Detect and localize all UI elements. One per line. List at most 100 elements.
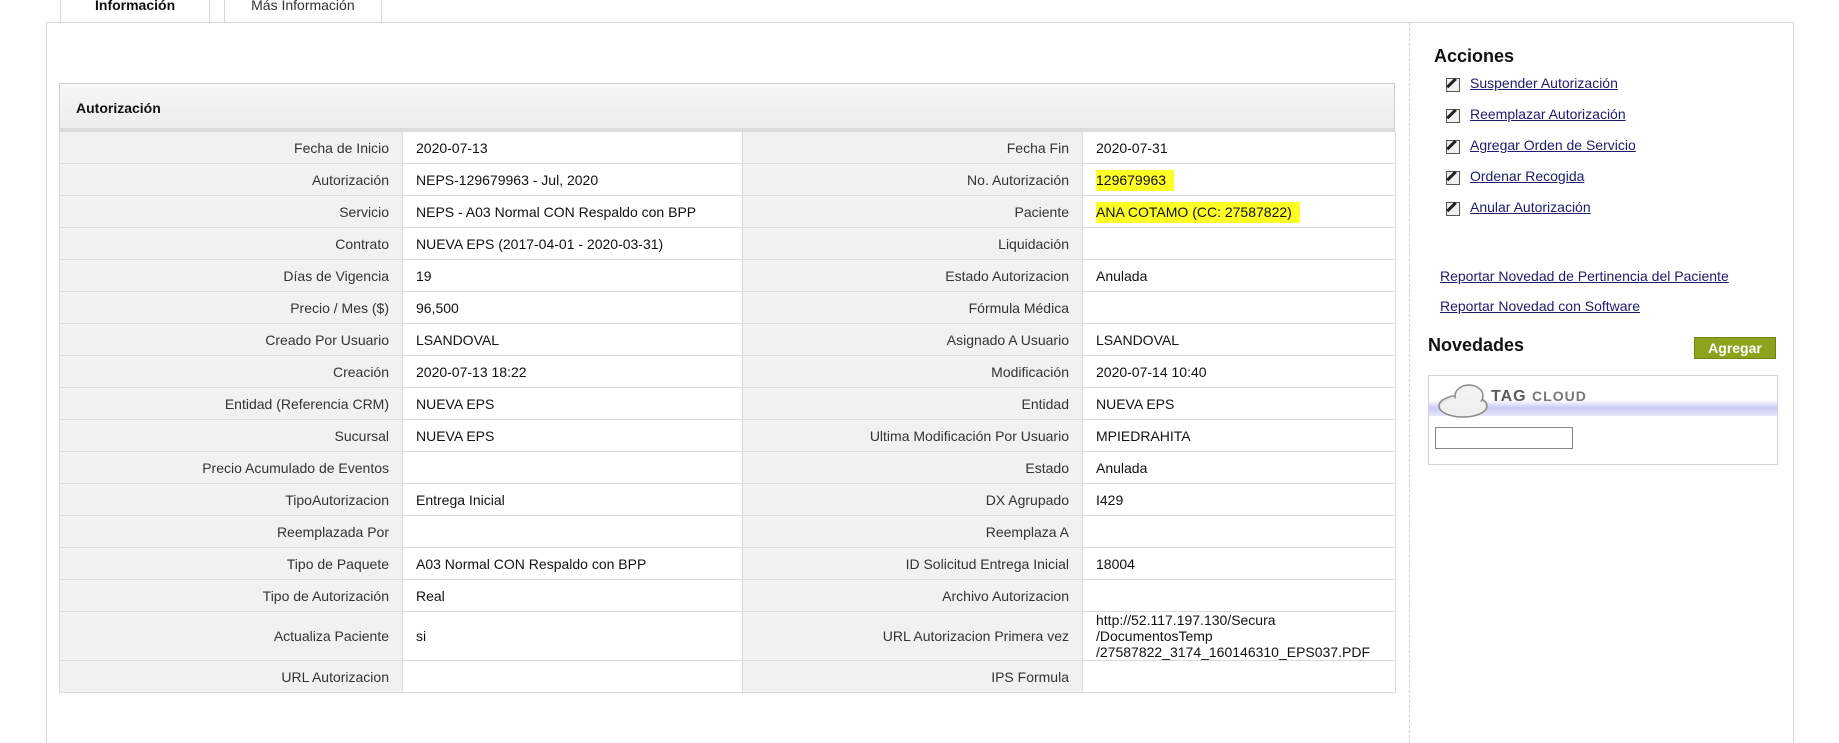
field-value: LSANDOVAL: [1082, 323, 1396, 356]
field-value: [1082, 579, 1396, 612]
field-label: Precio / Mes ($): [59, 291, 403, 324]
table-row: Tipo de Autorización Real Archivo Autoriza…: [59, 579, 1396, 612]
section-title: Autorización: [59, 83, 1395, 131]
field-label: Reemplaza A: [742, 515, 1083, 548]
table-row: Entidad (Referencia CRM) NUEVA EPS Entidad…: [59, 387, 1396, 420]
field-value: [402, 515, 743, 548]
action-ordenar-recogida[interactable]: Ordenar Recogida: [1446, 168, 1636, 199]
field-value: Entrega Inicial: [402, 483, 743, 516]
column-divider: [1409, 23, 1410, 743]
edit-icon: [1446, 78, 1460, 92]
actions-list: Suspender Autorización Reemplazar Autori…: [1446, 75, 1636, 230]
field-value: Real: [402, 579, 743, 612]
field-value: 2020-07-13: [402, 131, 743, 164]
field-label: Creado Por Usuario: [59, 323, 403, 356]
field-label: Tipo de Autorización: [59, 579, 403, 612]
tag-cloud-word: TAG: [1491, 388, 1527, 405]
field-value: 129679963: [1082, 163, 1396, 196]
table-row: Precio / Mes ($) 96,500 Fórmula Médica: [59, 291, 1396, 324]
field-label: Días de Vigencia: [59, 259, 403, 292]
field-label: Precio Acumulado de Eventos: [59, 451, 403, 484]
field-label: DX Agrupado: [742, 483, 1083, 516]
tag-input[interactable]: [1435, 427, 1573, 449]
action-anular[interactable]: Anular Autorización: [1446, 199, 1636, 230]
edit-icon: [1446, 202, 1460, 216]
table-row: Autorización NEPS-129679963 - Jul, 2020 No…: [59, 163, 1396, 196]
authorization-panel: Autorización Fecha de Inicio 2020-07-13 Fe…: [59, 83, 1396, 693]
field-value: NUEVA EPS (2017-04-01 - 2020-03-31): [402, 227, 743, 260]
field-value: [1082, 515, 1396, 548]
table-row: Creado Por Usuario LSANDOVAL Asignado A Us…: [59, 323, 1396, 356]
field-label: Liquidación: [742, 227, 1083, 260]
action-link[interactable]: Suspender Autorización: [1470, 75, 1618, 91]
action-link[interactable]: Reemplazar Autorización: [1470, 106, 1626, 122]
action-link[interactable]: Anular Autorización: [1470, 199, 1591, 215]
actions-title: Acciones: [1434, 46, 1515, 66]
action-suspender[interactable]: Suspender Autorización: [1446, 75, 1636, 106]
table-row: URL Autorizacion IPS Formula: [59, 660, 1396, 693]
field-value: Anulada: [1082, 451, 1396, 484]
field-value: [402, 451, 743, 484]
field-label: Asignado A Usuario: [742, 323, 1083, 356]
field-value: [1082, 660, 1396, 693]
action-reemplazar[interactable]: Reemplazar Autorización: [1446, 106, 1636, 137]
field-value: [402, 660, 743, 693]
agregar-button[interactable]: Agregar: [1694, 337, 1776, 359]
field-label: Sucursal: [59, 419, 403, 452]
field-label: Contrato: [59, 227, 403, 260]
field-value: 96,500: [402, 291, 743, 324]
field-label: URL Autorizacion: [59, 660, 403, 693]
action-link[interactable]: Ordenar Recogida: [1470, 168, 1584, 184]
edit-icon: [1446, 171, 1460, 185]
field-label: Fecha Fin: [742, 131, 1083, 164]
novedades-title: Novedades: [1428, 335, 1525, 355]
report-pertinencia-link[interactable]: Reportar Novedad de Pertinencia del Paci…: [1440, 268, 1729, 284]
field-label: No. Autorización: [742, 163, 1083, 196]
table-row: Fecha de Inicio 2020-07-13 Fecha Fin 2020-0…: [59, 131, 1396, 164]
report-software-link[interactable]: Reportar Novedad con Software: [1440, 298, 1640, 314]
tab-informacion[interactable]: Información: [60, 0, 211, 22]
field-label: IPS Formula: [742, 660, 1083, 693]
cloud-icon: [1438, 384, 1488, 418]
field-label: Fecha de Inicio: [59, 131, 403, 164]
field-label: TipoAutorizacion: [59, 483, 403, 516]
details-table: Fecha de Inicio 2020-07-13 Fecha Fin 2020-0…: [59, 131, 1396, 693]
table-row: Creación 2020-07-13 18:22 Modificación 2020…: [59, 355, 1396, 388]
field-label: Ultima Modificación Por Usuario: [742, 419, 1083, 452]
field-value: 2020-07-31: [1082, 131, 1396, 164]
field-value: 2020-07-14 10:40: [1082, 355, 1396, 388]
field-value: NEPS - A03 Normal CON Respaldo con BPP: [402, 195, 743, 228]
field-label: Fórmula Médica: [742, 291, 1083, 324]
table-row: Servicio NEPS - A03 Normal CON Respaldo c…: [59, 195, 1396, 228]
tab-bar: Información Más Información: [60, 0, 382, 22]
table-row: Actualiza Paciente si URL Autorizacion Pri…: [59, 611, 1396, 661]
field-value: [1082, 291, 1396, 324]
field-label: URL Autorizacion Primera vez: [742, 611, 1083, 661]
edit-icon: [1446, 140, 1460, 154]
field-value: 18004: [1082, 547, 1396, 580]
table-row: Sucursal NUEVA EPS Ultima Modificación Por…: [59, 419, 1396, 452]
field-value: LSANDOVAL: [402, 323, 743, 356]
tag-cloud-logo: TAG CLOUD: [1491, 388, 1587, 406]
field-value: A03 Normal CON Respaldo con BPP: [402, 547, 743, 580]
field-value: Anulada: [1082, 259, 1396, 292]
field-label: Estado Autorizacion: [742, 259, 1083, 292]
field-value: 2020-07-13 18:22: [402, 355, 743, 388]
field-value: http://52.117.197.130/Secura /Documentos…: [1082, 611, 1396, 661]
field-label: Creación: [59, 355, 403, 388]
tag-cloud-widget: TAG CLOUD: [1428, 375, 1778, 465]
field-label: Paciente: [742, 195, 1083, 228]
field-value: NEPS-129679963 - Jul, 2020: [402, 163, 743, 196]
tab-mas-informacion[interactable]: Más Información: [224, 0, 382, 22]
field-label: Servicio: [59, 195, 403, 228]
action-agregar-orden[interactable]: Agregar Orden de Servicio: [1446, 137, 1636, 168]
table-row: Contrato NUEVA EPS (2017-04-01 - 2020-03-…: [59, 227, 1396, 260]
field-value: [1082, 227, 1396, 260]
field-value: I429: [1082, 483, 1396, 516]
field-value: NUEVA EPS: [402, 419, 743, 452]
novedades-header: Novedades Agregar: [1428, 335, 1776, 359]
table-row: Días de Vigencia 19 Estado Autorizacion Anu…: [59, 259, 1396, 292]
field-label: Autorización: [59, 163, 403, 196]
field-label: Estado: [742, 451, 1083, 484]
action-link[interactable]: Agregar Orden de Servicio: [1470, 137, 1636, 153]
